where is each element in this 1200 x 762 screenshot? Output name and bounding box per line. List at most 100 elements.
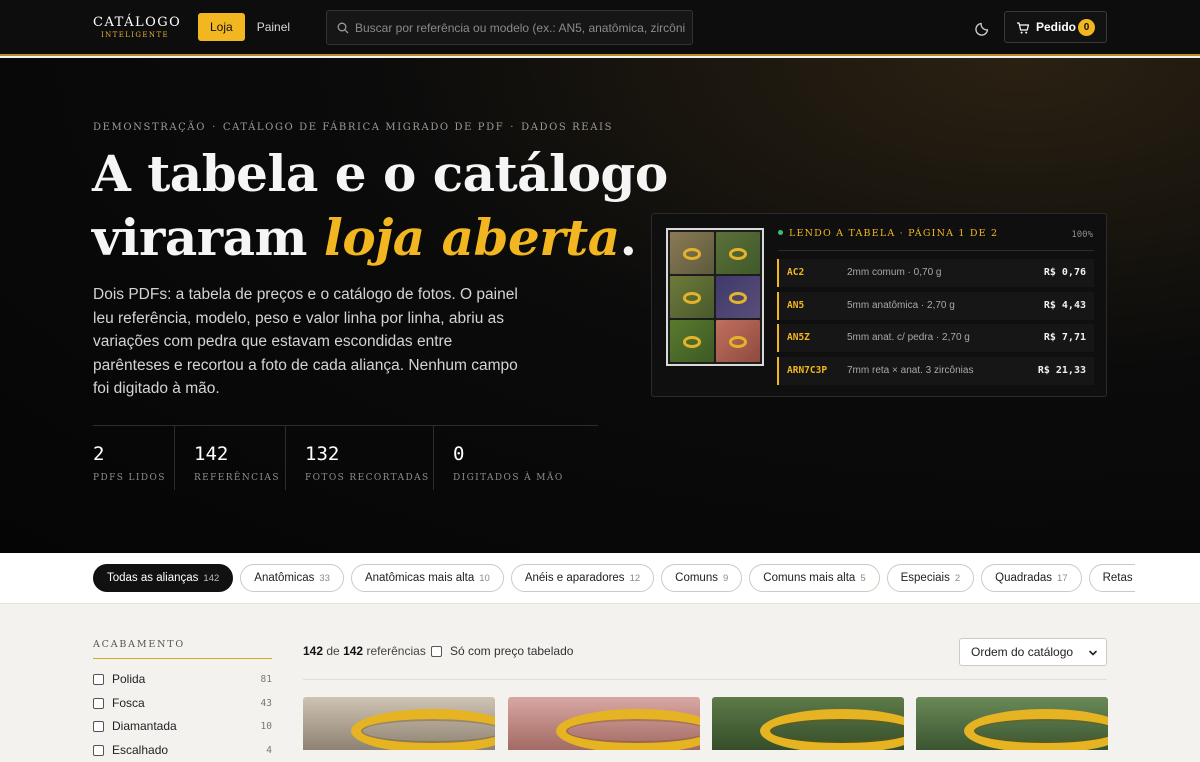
category-chip-quadradas[interactable]: Quadradas 17: [981, 564, 1081, 592]
stat-digitados: 0 DIGITADOS À MÃO: [434, 426, 598, 490]
filter-sidebar: ACABAMENTO Polida 81 Fosca 43 Diamantada…: [93, 639, 272, 762]
headline-line-1: A tabela e o catálogo: [92, 144, 668, 203]
stat-label: DIGITADOS À MÃO: [453, 473, 598, 483]
parsed-ref: AN5Z: [787, 324, 810, 352]
stat-value: 0: [453, 444, 598, 464]
mode-button-painel[interactable]: Painel: [245, 13, 302, 41]
parsed-price: R$ 7,71: [1044, 324, 1086, 352]
chip-label: Anatômicas mais alta: [365, 572, 474, 584]
chip-count: 142: [203, 573, 219, 584]
status-dot-icon: [778, 230, 783, 235]
catalog-page-thumbnail: [666, 228, 764, 366]
sort-value: Ordem do catálogo: [971, 639, 1073, 666]
filter-label: Fosca: [112, 692, 145, 715]
parsed-ref: AC2: [787, 259, 804, 287]
category-chip-todas[interactable]: Todas as alianças 142: [93, 564, 233, 592]
ring-icon: [729, 292, 747, 304]
eyebrow-item: DADOS REAIS: [521, 122, 613, 133]
top-bar: CATÁLOGO INTELIGENTE Loja Painel Pedido …: [0, 0, 1200, 56]
category-bar: Todas as alianças 142 Anatômicas33 Anatôm…: [0, 553, 1200, 604]
ring-icon: [556, 709, 700, 750]
divider: [93, 658, 272, 659]
category-chip-anatomicas[interactable]: Anatômicas33: [240, 564, 344, 592]
filter-count: 43: [261, 692, 272, 715]
parsed-price: R$ 4,43: [1044, 292, 1086, 320]
results-of: de: [326, 644, 339, 658]
sort-select[interactable]: Ordem do catálogo: [959, 638, 1107, 666]
chip-label: Anatômicas: [254, 572, 314, 584]
stat-label: PDFS LIDOS: [93, 473, 174, 483]
thumbnail-photo: [716, 320, 760, 362]
category-chip-especiais[interactable]: Especiais2: [887, 564, 975, 592]
pdf-parse-panel: LENDO A TABELA · PÁGINA 1 DE 2 100% AC2 …: [651, 213, 1107, 397]
price-filter-label: Só com preço tabelado: [450, 644, 573, 659]
filter-item-fosca[interactable]: Fosca 43: [93, 692, 272, 716]
filter-group-title: ACABAMENTO: [93, 639, 272, 650]
moon-icon[interactable]: [975, 18, 993, 36]
category-chip-anatomicas-alta[interactable]: Anatômicas mais alta 10: [351, 564, 504, 592]
search-input[interactable]: [355, 11, 685, 44]
hero-eyebrow: DEMONSTRAÇÃO·CATÁLOGO DE FÁBRICA MIGRADO…: [93, 122, 613, 133]
product-card[interactable]: [508, 697, 700, 750]
checkbox[interactable]: [93, 745, 104, 756]
checkbox[interactable]: [93, 698, 104, 709]
product-card[interactable]: [712, 697, 904, 750]
thumbnail-photo: [670, 232, 714, 274]
parsed-desc: 7mm reta × anat. 3 zircônias: [847, 357, 973, 385]
chip-count: 17: [1057, 573, 1068, 584]
ring-icon: [729, 248, 747, 260]
stat-label: FOTOS RECORTADAS: [305, 473, 433, 483]
chip-label: Retas anatômicas: [1103, 572, 1135, 584]
search-box: [326, 10, 693, 45]
category-chips: Todas as alianças 142 Anatômicas33 Anatôm…: [93, 564, 1135, 594]
category-chip-retas[interactable]: Retas anatômicas: [1089, 564, 1135, 592]
checkbox[interactable]: [93, 721, 104, 732]
results-shown: 142: [303, 644, 323, 658]
logo[interactable]: CATÁLOGO INTELIGENTE: [93, 16, 177, 40]
cart-label: Pedido: [1036, 12, 1076, 43]
parse-status-text: LENDO A TABELA · PÁGINA 1 DE 2: [789, 228, 998, 239]
chip-count: 10: [479, 573, 490, 584]
parsed-ref: ARN7C3P: [787, 357, 827, 385]
parsed-desc: 2mm comum · 0,70 g: [847, 259, 941, 287]
product-card[interactable]: [303, 697, 495, 750]
thumbnail-photo: [716, 232, 760, 274]
chip-count: 12: [630, 573, 641, 584]
filter-item-escalhado[interactable]: Escalhado 4: [93, 739, 272, 762]
chip-label: Todas as alianças: [107, 572, 198, 584]
cart-button[interactable]: Pedido 0: [1004, 11, 1107, 43]
category-chip-comuns[interactable]: Comuns9: [661, 564, 742, 592]
parsed-row: AC2 2mm comum · 0,70 g R$ 0,76: [777, 259, 1094, 287]
stat-referencias: 142 REFERÊNCIAS: [175, 426, 286, 490]
category-chip-comuns-alta[interactable]: Comuns mais alta5: [749, 564, 879, 592]
mode-switch: Loja Painel: [198, 13, 302, 41]
parsed-desc: 5mm anatômica · 2,70 g: [847, 292, 955, 320]
hero-headline: A tabela e o catálogo viraram loja abert…: [92, 142, 668, 270]
parsed-row: AN5 5mm anatômica · 2,70 g R$ 4,43: [777, 292, 1094, 320]
parsed-row: AN5Z 5mm anat. c/ pedra · 2,70 g R$ 7,71: [777, 324, 1094, 352]
filter-label: Polida: [112, 668, 145, 691]
headline-accent: loja aberta: [324, 208, 620, 267]
filter-item-diamantada[interactable]: Diamantada 10: [93, 715, 272, 739]
category-chip-aneis[interactable]: Anéis e aparadores12: [511, 564, 654, 592]
checkbox[interactable]: [93, 674, 104, 685]
parsed-row: ARN7C3P 7mm reta × anat. 3 zircônias R$ …: [777, 357, 1094, 385]
divider: [303, 679, 1107, 680]
parsed-ref: AN5: [787, 292, 804, 320]
stats-row: 2 PDFS LIDOS 142 REFERÊNCIAS 132 FOTOS R…: [93, 425, 598, 489]
chip-label: Especiais: [901, 572, 950, 584]
divider: [778, 250, 1094, 251]
filter-count: 10: [261, 715, 272, 738]
chip-label: Quadradas: [995, 572, 1052, 584]
mode-button-loja[interactable]: Loja: [198, 13, 245, 41]
chevron-down-icon: [1088, 648, 1098, 658]
checkbox[interactable]: [431, 646, 442, 657]
stat-value: 142: [194, 444, 285, 464]
product-card[interactable]: [916, 697, 1108, 750]
thumbnail-photo: [670, 320, 714, 362]
parsed-price: R$ 21,33: [1038, 357, 1086, 385]
thumbnail-photo: [670, 276, 714, 318]
filter-item-polida[interactable]: Polida 81: [93, 668, 272, 692]
stat-fotos: 132 FOTOS RECORTADAS: [286, 426, 434, 490]
ring-icon: [964, 709, 1108, 750]
